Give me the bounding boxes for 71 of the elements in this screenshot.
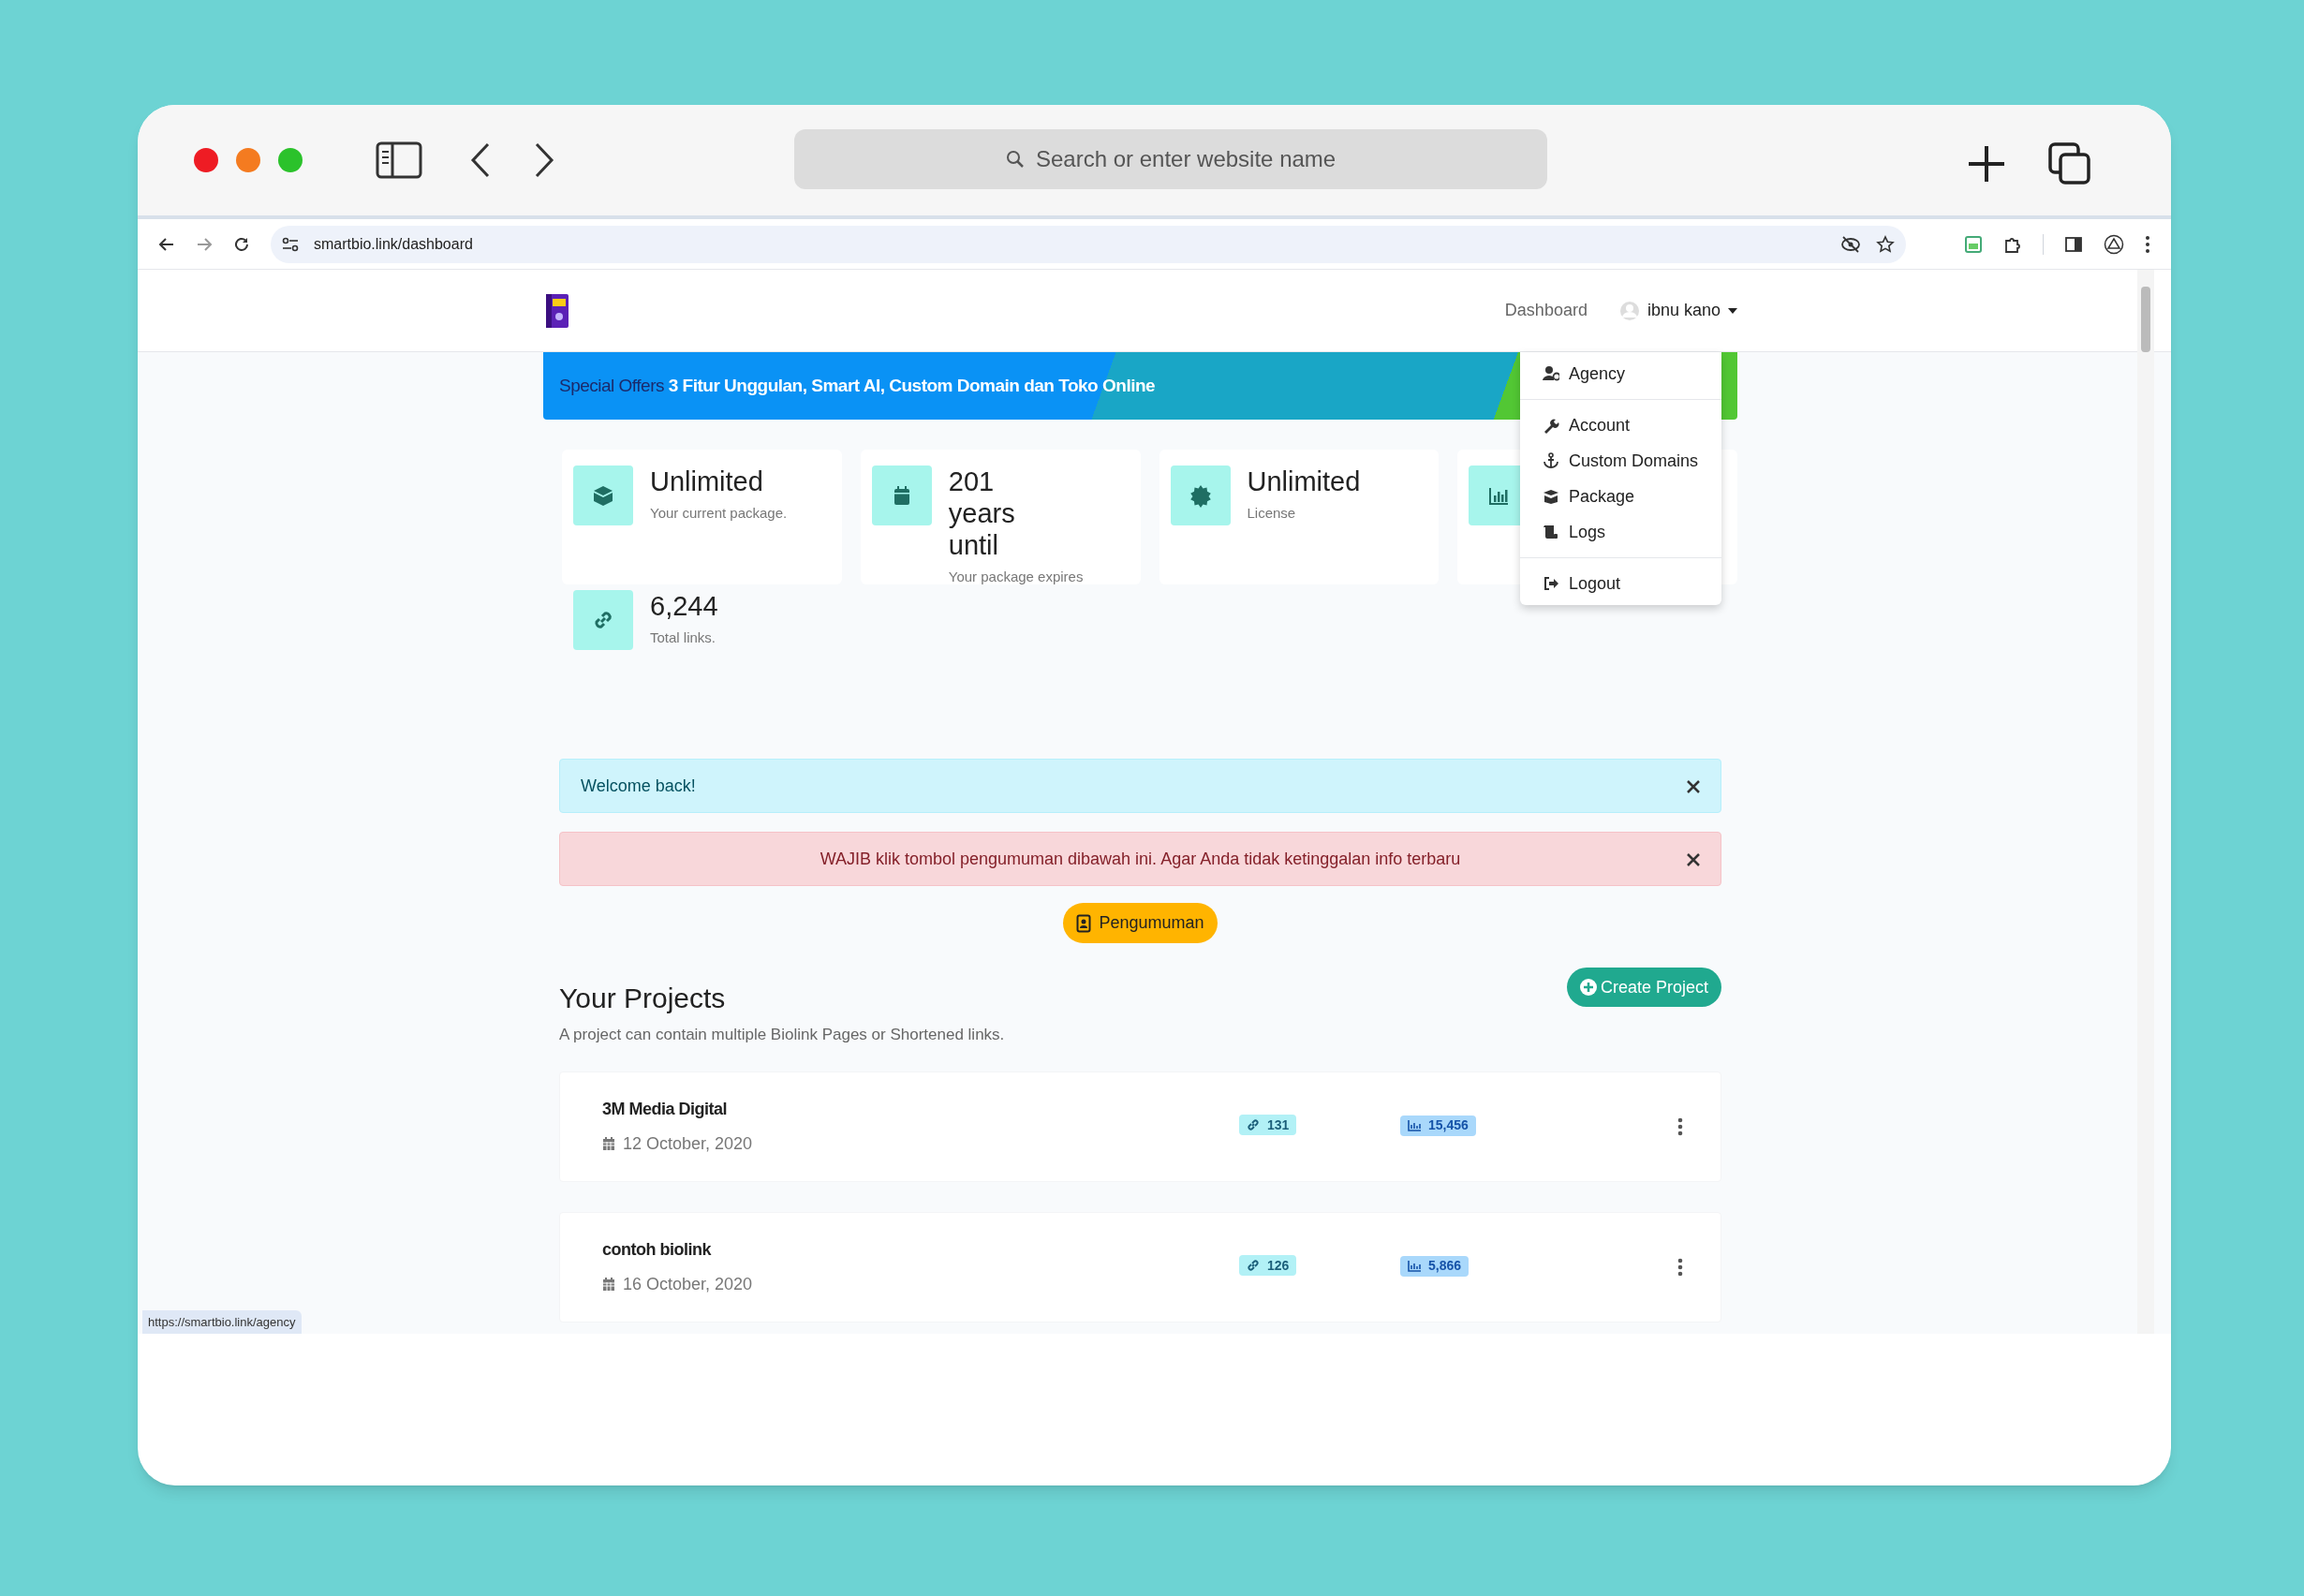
eye-slash-icon[interactable] — [1840, 235, 1861, 253]
dropdown-item[interactable]: Logs — [1520, 514, 1721, 550]
links-count: 126 — [1267, 1256, 1290, 1275]
dropdown-item[interactable]: Custom Domains — [1520, 443, 1721, 479]
project-card[interactable]: 3M Media Digital 12 October, 2020 131 15,456 — [559, 1071, 1721, 1182]
dropdown-item[interactable]: Agency — [1520, 356, 1721, 392]
new-tab-icon[interactable] — [1967, 144, 2006, 184]
minimize-window-button[interactable] — [236, 148, 260, 172]
star-icon[interactable] — [1876, 234, 1895, 254]
stat-caption: Your current package. — [650, 504, 788, 523]
dropdown-item[interactable]: Logout — [1520, 566, 1721, 601]
back-icon[interactable] — [469, 141, 492, 179]
caret-icon — [1728, 307, 1737, 314]
more-options-icon[interactable] — [1677, 1257, 1683, 1277]
back-icon[interactable] — [158, 235, 175, 253]
clicks-count: 15,456 — [1428, 1116, 1469, 1134]
close-icon[interactable] — [1687, 853, 1700, 866]
address-input[interactable]: Search or enter website name — [1036, 142, 1336, 176]
sidebar-icon[interactable] — [376, 141, 422, 179]
plus-circle-icon — [1579, 979, 1597, 996]
chart-icon — [1408, 1260, 1421, 1272]
alert-text: WAJIB klik tombol pengumuman dibawah ini. Agar Anda tidak ketinggalan info terbaru — [820, 848, 1461, 870]
stat-caption: License — [1247, 504, 1297, 523]
anchor-icon — [1543, 452, 1559, 469]
tabs-overview-icon[interactable] — [2048, 142, 2091, 185]
scroll-icon — [1543, 524, 1559, 540]
reload-icon[interactable] — [233, 235, 250, 253]
site-settings-icon[interactable] — [282, 236, 299, 252]
dropdown-item[interactable]: Package — [1520, 479, 1721, 514]
link-icon — [1247, 1118, 1260, 1131]
dashboard-link[interactable]: Dashboard — [1504, 298, 1588, 323]
link-icon — [1247, 1259, 1260, 1272]
stat-value: 6,244 — [650, 590, 718, 622]
search-icon — [1006, 150, 1025, 169]
box-icon — [1543, 488, 1559, 505]
section-heading: Your Projects — [559, 982, 726, 1015]
promo-text: Special Offers 3 Fitur Unggulan, Smart AI, Custom Domain dan Toko Online — [559, 374, 1156, 397]
stat-value: Unlimited — [650, 466, 764, 497]
stat-value: 201 years until — [948, 466, 1016, 561]
chart-icon — [1408, 1119, 1421, 1131]
stat-value: Unlimited — [1247, 466, 1361, 497]
project-name[interactable]: 3M Media Digital — [602, 1096, 1239, 1122]
calendar-icon — [602, 1277, 615, 1292]
wrench-icon — [1543, 417, 1559, 434]
project-date: 12 October, 2020 — [623, 1132, 753, 1155]
announcement-button[interactable]: Pengumuman — [1063, 903, 1218, 943]
project-date: 16 October, 2020 — [623, 1273, 753, 1295]
project-card[interactable]: contoh biolink 16 October, 2020 126 5,866 — [559, 1211, 1721, 1323]
close-window-button[interactable] — [194, 148, 218, 172]
alert-text: Welcome back! — [581, 775, 696, 797]
links-count: 131 — [1267, 1116, 1290, 1134]
project-name[interactable]: contoh biolink — [602, 1236, 1239, 1263]
user-menu-button[interactable]: ibnu kano — [1618, 298, 1737, 323]
extension-icon[interactable] — [1964, 234, 1983, 254]
stat-caption: Total links. — [650, 628, 717, 647]
calendar-icon — [602, 1136, 615, 1151]
clicks-count: 5,866 — [1428, 1257, 1462, 1275]
avatar-icon — [1618, 300, 1640, 321]
status-url-tooltip: https://smartbio.link/agency — [142, 1309, 302, 1334]
url-bar[interactable]: smartbio.link/dashboard — [271, 225, 1906, 263]
menu-icon[interactable] — [2145, 234, 2150, 254]
section-description: A project can contain multiple Biolink Pages or Shortened links. — [559, 1025, 1006, 1045]
contact-book-icon — [1076, 913, 1092, 933]
side-panel-icon[interactable] — [2064, 234, 2083, 254]
close-icon[interactable] — [1687, 780, 1700, 793]
forward-icon[interactable] — [533, 141, 555, 179]
sign-out-icon — [1543, 575, 1559, 592]
address-bar[interactable]: Search or enter website name — [794, 129, 1547, 189]
more-options-icon[interactable] — [1677, 1116, 1683, 1136]
url-text: smartbio.link/dashboard — [314, 234, 474, 254]
stat-caption: Your package expires — [948, 568, 1084, 586]
